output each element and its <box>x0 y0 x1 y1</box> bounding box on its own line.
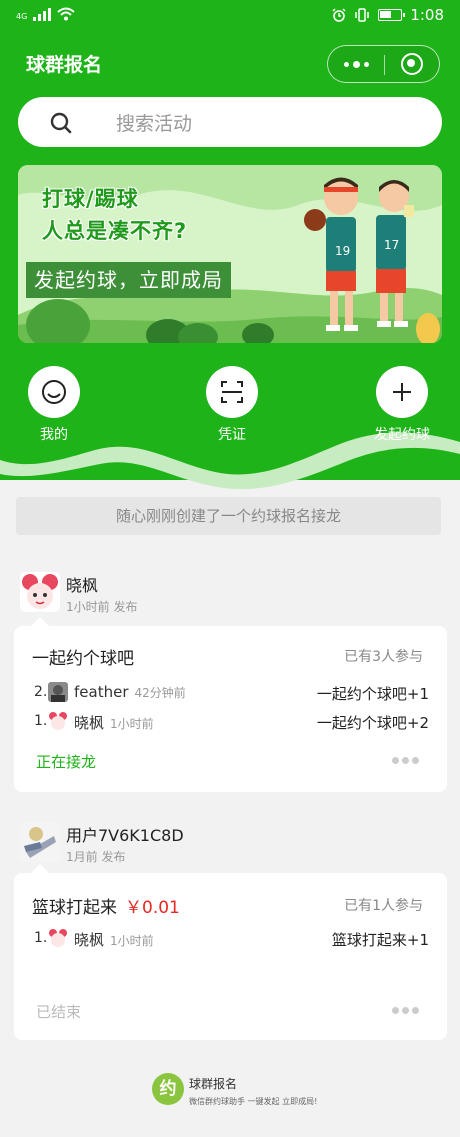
mini-program-capsule <box>327 45 440 83</box>
my-button[interactable]: 我的 <box>14 366 94 444</box>
voucher-button[interactable]: 凭证 <box>192 366 272 444</box>
launch-icon-circle <box>376 366 428 418</box>
vibrate-icon <box>355 8 370 22</box>
scan-icon <box>221 381 243 403</box>
my-icon-circle <box>28 366 80 418</box>
entry-message: 一起约个球吧+1 <box>316 685 429 703</box>
post-title-line: 篮球打起来 ￥0.01 <box>32 893 180 918</box>
list-item[interactable]: 1. 晓枫 1小时前 篮球打起来+1 <box>34 928 429 950</box>
promo-banner[interactable]: 19 17 打球/踢球 人总是凑不齐? 发起约球，立即成局 <box>18 165 442 343</box>
entry-time: 1小时前 <box>110 934 154 948</box>
wifi-icon <box>57 7 75 21</box>
entry-name: 晓枫 <box>74 931 105 949</box>
svg-text:17: 17 <box>384 238 399 252</box>
search-placeholder: 搜索活动 <box>116 113 193 135</box>
status-time: 1:08 <box>410 6 444 24</box>
search-icon <box>50 112 72 134</box>
activity-notice: 随心刚刚创建了一个约球报名接龙 <box>16 497 441 535</box>
my-label: 我的 <box>40 427 68 443</box>
post-price: ￥0.01 <box>125 898 180 918</box>
entry-index: 2. <box>34 684 48 700</box>
avatar[interactable] <box>20 822 60 862</box>
close-miniprogram-icon[interactable] <box>401 53 423 75</box>
post-title: 篮球打起来 <box>32 898 117 918</box>
voucher-icon-circle <box>206 366 258 418</box>
banner-slogan: 发起约球，立即成局 <box>26 262 231 298</box>
signal-icon <box>33 7 52 21</box>
avatar <box>48 711 68 731</box>
entry-index: 1. <box>34 930 48 946</box>
entry-message: 一起约个球吧+2 <box>316 714 429 732</box>
avatar[interactable] <box>20 572 60 612</box>
status-badge: 正在接龙 <box>36 753 97 771</box>
more-options-icon[interactable] <box>328 46 384 82</box>
status-bar: 4G 1:08 <box>0 0 460 32</box>
footer-app-name: 球群报名 <box>189 1077 238 1091</box>
avatar <box>48 928 68 948</box>
entry-name-line: 晓枫 1小时前 <box>74 712 154 733</box>
svg-text:19: 19 <box>335 244 350 258</box>
search-input[interactable]: 搜索活动 <box>18 97 442 147</box>
author-name: 晓枫 <box>66 576 99 595</box>
participant-count: 已有1人参与 <box>344 898 423 914</box>
more-dots-icon[interactable] <box>392 1007 419 1014</box>
post-time: 1月前 发布 <box>66 850 126 864</box>
capsule-divider <box>384 55 385 75</box>
post-card[interactable]: 一起约个球吧 已有3人参与 2. feather 42分钟前 一起约个球吧+1 1… <box>14 626 447 792</box>
entry-time: 42分钟前 <box>134 686 186 700</box>
list-item[interactable]: 1. 晓枫 1小时前 一起约个球吧+2 <box>34 711 429 733</box>
smile-icon <box>42 380 66 404</box>
author-name: 用户7V6K1C8D <box>66 826 184 845</box>
status-badge: 已结束 <box>36 1003 82 1021</box>
post-card[interactable]: 篮球打起来 ￥0.01 已有1人参与 1. 晓枫 1小时前 篮球打起来+1 已结束 <box>14 873 447 1040</box>
footer-subtitle: 微信群约球助手 一键发起 立即成局! <box>189 1097 318 1106</box>
entry-name-line: 晓枫 1小时前 <box>74 929 154 950</box>
alarm-icon <box>332 8 346 22</box>
network-type: 4G <box>16 12 28 21</box>
launch-label: 发起约球 <box>374 427 430 443</box>
more-dots-icon[interactable] <box>392 757 419 764</box>
app-title: 球群报名 <box>26 54 103 76</box>
post-time: 1小时前 发布 <box>66 600 138 614</box>
launch-game-button[interactable]: 发起约球 <box>362 366 442 444</box>
banner-headline-1: 打球/踢球 <box>42 187 139 211</box>
entry-message: 篮球打起来+1 <box>331 931 429 949</box>
post-title: 一起约个球吧 <box>32 649 134 669</box>
entry-name: 晓枫 <box>74 714 105 732</box>
participant-count: 已有3人参与 <box>344 649 423 665</box>
list-item[interactable]: 2. feather 42分钟前 一起约个球吧+1 <box>34 682 429 704</box>
footer-logo: 约 <box>152 1073 184 1105</box>
entry-time: 1小时前 <box>110 717 154 731</box>
avatar <box>48 682 68 702</box>
voucher-label: 凭证 <box>218 427 246 443</box>
entry-index: 1. <box>34 713 48 729</box>
plus-icon <box>393 383 411 401</box>
entry-name: feather <box>74 683 129 701</box>
battery-icon <box>378 9 406 21</box>
banner-headline-2: 人总是凑不齐? <box>42 219 188 243</box>
entry-name-line: feather 42分钟前 <box>74 683 186 701</box>
